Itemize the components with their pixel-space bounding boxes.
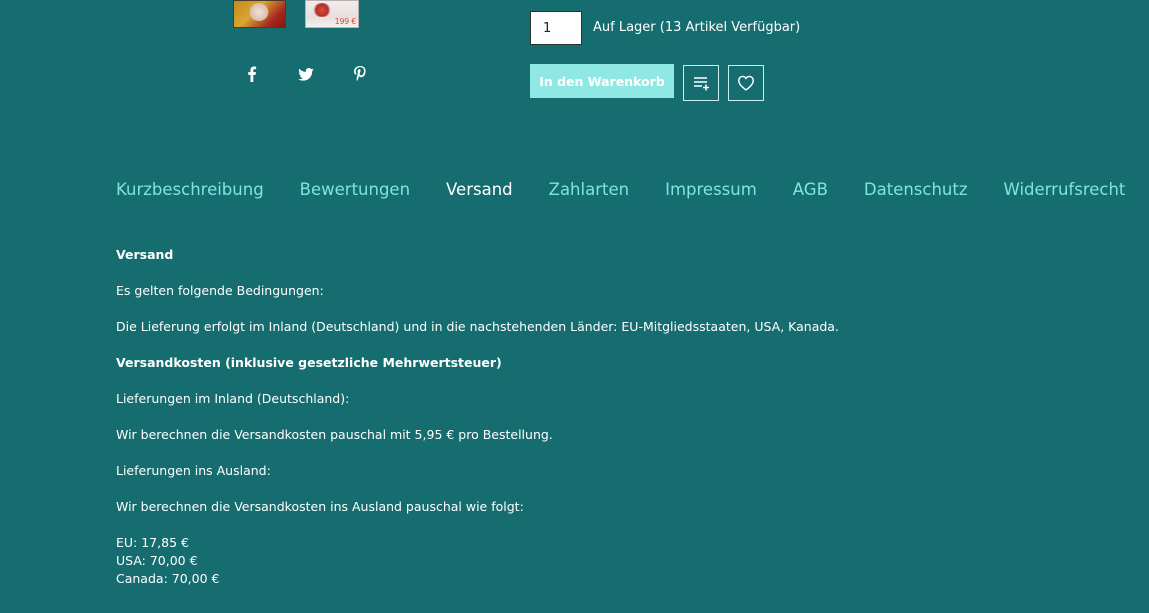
playlist-add-icon [692, 74, 710, 92]
tab-bewertungen[interactable]: Bewertungen [300, 180, 410, 199]
tab-versand[interactable]: Versand [446, 180, 513, 199]
wishlist-button[interactable] [728, 65, 764, 101]
product-thumbnail-2[interactable]: 199 € [305, 0, 359, 28]
shipping-heading: Versand [116, 247, 174, 262]
abroad-text: Wir berechnen die Versandkosten ins Ausl… [116, 499, 524, 514]
shipping-delivery: Die Lieferung erfolgt im Inland (Deutsch… [116, 319, 839, 334]
shipping-costs-heading: Versandkosten (inklusive gesetzliche Meh… [116, 355, 502, 370]
abroad-heading: Lieferungen ins Ausland: [116, 463, 271, 478]
twitter-icon[interactable] [279, 62, 333, 86]
add-to-cart-button[interactable]: In den Warenkorb [530, 64, 674, 98]
tab-datenschutz[interactable]: Datenschutz [864, 180, 968, 199]
domestic-heading: Lieferungen im Inland (Deutschland): [116, 391, 350, 406]
quantity-input[interactable] [530, 11, 582, 45]
thumbnail-image [312, 3, 332, 17]
rate-usa: USA: 70,00 € [116, 553, 198, 568]
facebook-icon[interactable] [225, 62, 279, 86]
stock-status: Auf Lager (13 Artikel Verfügbar) [593, 20, 801, 35]
social-share-bar [225, 62, 387, 86]
heart-icon [737, 75, 755, 91]
tab-kurzbeschreibung[interactable]: Kurzbeschreibung [116, 180, 264, 199]
tab-zahlarten[interactable]: Zahlarten [549, 180, 629, 199]
tab-agb[interactable]: AGB [793, 180, 828, 199]
thumbnail-price-tag: 199 € [334, 17, 357, 26]
product-tabs: Kurzbeschreibung Bewertungen Versand Zah… [116, 180, 1125, 199]
product-thumbnail-1[interactable] [233, 0, 286, 28]
rate-canada: Canada: 70,00 € [116, 571, 220, 586]
rate-eu: EU: 17,85 € [116, 535, 189, 550]
add-to-list-button[interactable] [683, 65, 719, 101]
shipping-rates: EU: 17,85 € USA: 70,00 € Canada: 70,00 € [116, 534, 1016, 588]
tab-widerrufsrecht[interactable]: Widerrufsrecht [1004, 180, 1126, 199]
pinterest-icon[interactable] [333, 62, 387, 86]
domestic-text: Wir berechnen die Versandkosten pauschal… [116, 427, 553, 442]
shipping-content: Versand Es gelten folgende Bedingungen: … [116, 246, 1016, 588]
shipping-conditions: Es gelten folgende Bedingungen: [116, 283, 324, 298]
tab-impressum[interactable]: Impressum [665, 180, 757, 199]
